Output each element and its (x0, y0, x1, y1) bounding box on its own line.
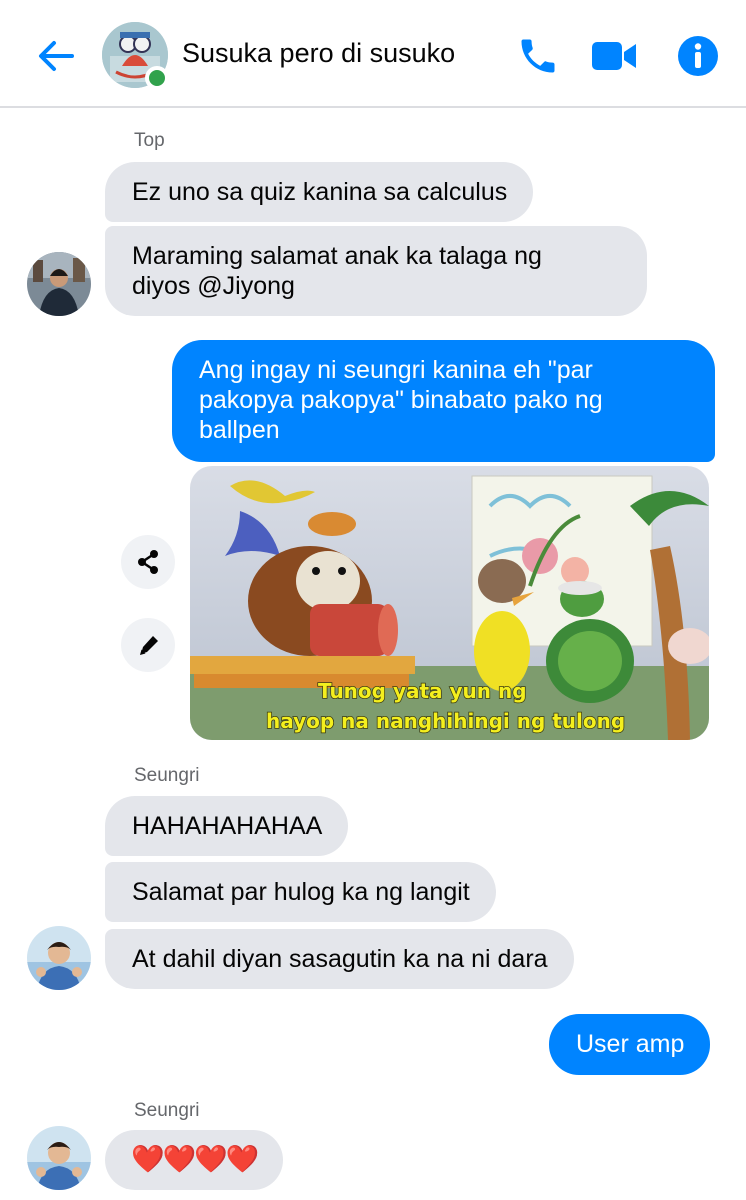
message-text: HAHAHAHAHAA (132, 812, 323, 840)
message-text: User amp (576, 1030, 685, 1058)
message-text: At dahil diyan sasagutin ka na ni dara (132, 945, 548, 973)
sender-name: Top (134, 130, 165, 151)
phone-icon (521, 39, 555, 73)
message-text: ballpen (199, 416, 280, 444)
video-camera-icon (592, 42, 636, 70)
outgoing-message-bubble[interactable]: User amp (549, 1014, 711, 1075)
outgoing-message-bubble[interactable]: Ang ingay ni seungri kanina eh "par pako… (172, 340, 715, 462)
message-text: Ang ingay ni seungri kanina eh "par (199, 356, 593, 384)
share-button[interactable] (121, 535, 175, 589)
conversation-title[interactable]: Susuka pero di susuko (182, 38, 455, 69)
message-text: diyos @Jiyong (132, 272, 295, 300)
message-text: Salamat par hulog ka ng langit (132, 878, 470, 906)
pencil-icon (140, 636, 158, 655)
sender-avatar[interactable] (27, 1126, 91, 1190)
back-button[interactable] (34, 34, 78, 78)
conversation-header: Susuka pero di susuko (0, 0, 746, 108)
incoming-message-bubble[interactable]: At dahil diyan sasagutin ka na ni dara (105, 929, 574, 989)
incoming-message-bubble[interactable]: HAHAHAHAHAA (105, 796, 349, 856)
incoming-message-bubble[interactable]: ❤️❤️❤️❤️ (105, 1130, 283, 1190)
sender-avatar[interactable] (27, 252, 91, 316)
message-text: Ez uno sa quiz kanina sa calculus (132, 178, 508, 206)
avatar-image (27, 1126, 91, 1190)
message-text: Maraming salamat anak ka talaga ng (132, 242, 542, 270)
message-text: ❤️❤️❤️❤️ (131, 1144, 259, 1175)
sender-name: Seungri (134, 1100, 200, 1121)
incoming-message-bubble[interactable]: Maraming salamat anak ka talaga ng diyos… (105, 226, 647, 316)
image-caption-line: hayop na nanghihingi ng tulong (266, 709, 625, 733)
info-icon (678, 36, 718, 76)
image-message[interactable]: Tunog yata yun ng hayop na nanghihingi n… (190, 466, 709, 740)
share-icon (138, 550, 158, 574)
incoming-message-bubble[interactable]: Salamat par hulog ka ng langit (105, 862, 496, 922)
voice-call-button[interactable] (514, 32, 562, 80)
back-arrow-icon (39, 41, 74, 71)
online-status-indicator (145, 66, 169, 90)
sender-name: Seungri (134, 765, 200, 786)
meme-image: Tunog yata yun ng hayop na nanghihingi n… (190, 466, 709, 740)
image-caption-line: Tunog yata yun ng (318, 679, 527, 703)
sender-avatar[interactable] (27, 926, 91, 990)
incoming-message-bubble[interactable]: Ez uno sa quiz kanina sa calculus (105, 162, 534, 222)
edit-image-button[interactable] (121, 618, 175, 672)
avatar-image (27, 252, 91, 316)
message-text: pakopya pakopya" binabato pako ng (199, 386, 603, 414)
avatar-image (27, 926, 91, 990)
conversation-info-button[interactable] (674, 32, 722, 80)
video-call-button[interactable] (590, 32, 638, 80)
